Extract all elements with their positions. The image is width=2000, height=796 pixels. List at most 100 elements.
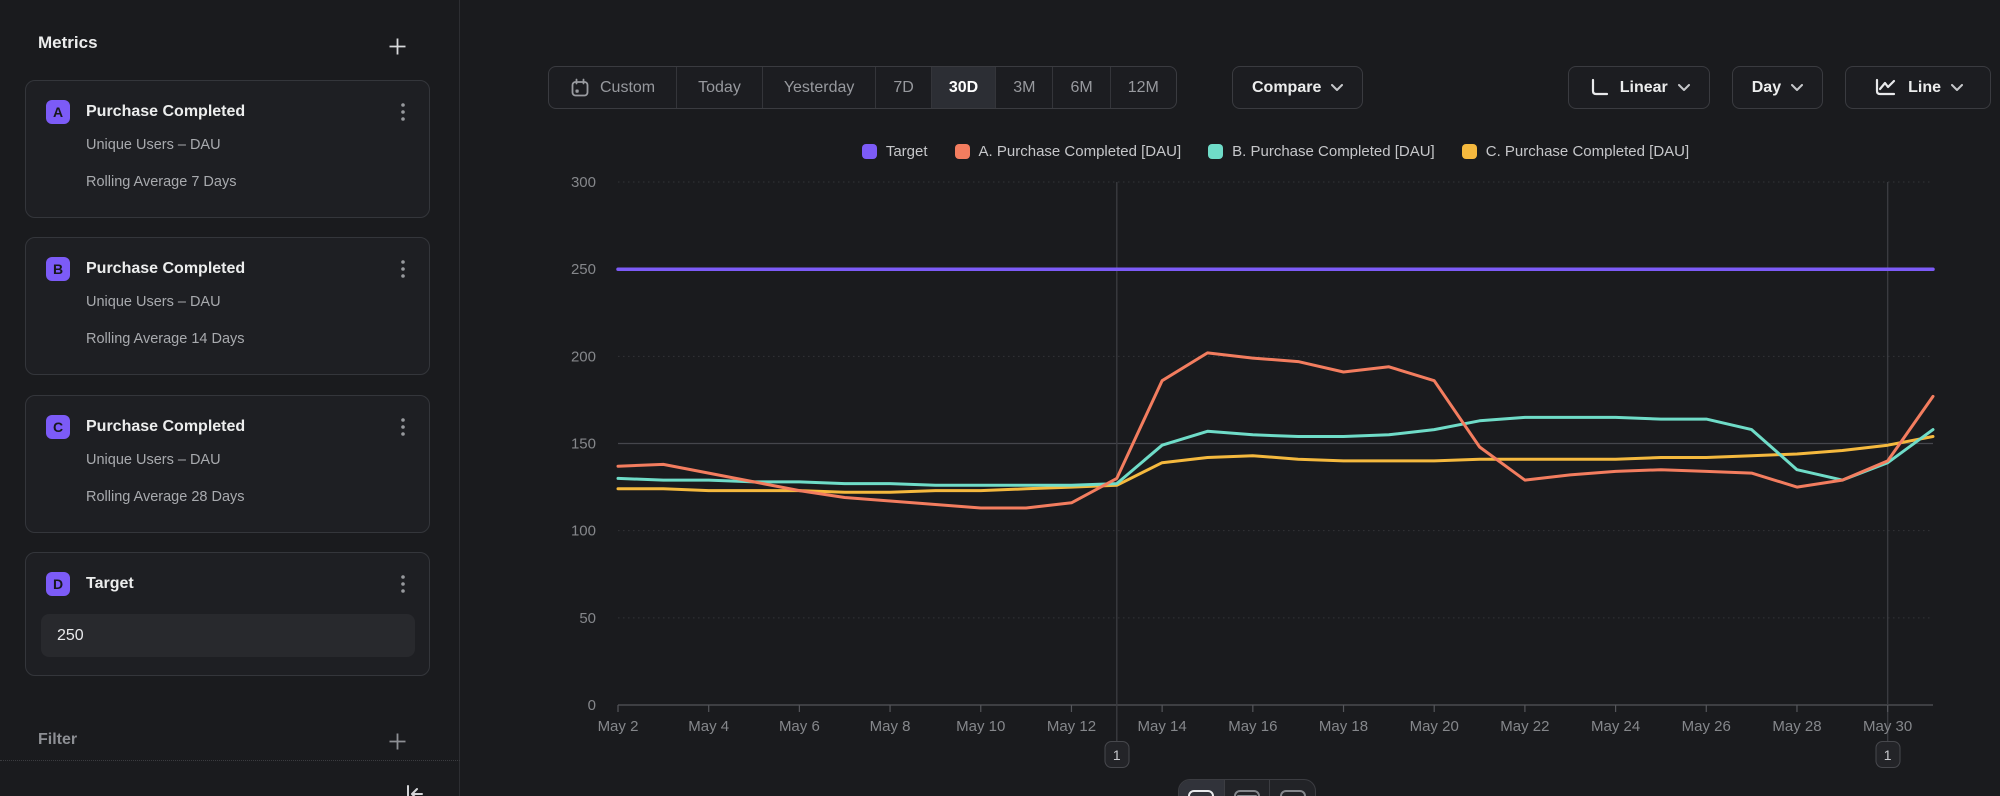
chevron-down-icon [1791, 84, 1803, 92]
line-chart-canvas[interactable]: 050100150200250300May 2May 4May 6May 8Ma… [461, 128, 2000, 768]
kebab-menu-icon [401, 575, 405, 593]
date-range-option-30d[interactable]: 30D [932, 67, 996, 108]
compare-button[interactable]: Compare [1232, 66, 1363, 109]
chevron-down-icon [1951, 84, 1963, 92]
collapse-sidebar-button[interactable] [402, 782, 428, 796]
chart-view-switch [1178, 779, 1316, 796]
sidebar: Metrics APurchase CompletedUnique Users … [0, 0, 460, 796]
x-axis-tick-label: May 22 [1500, 718, 1549, 735]
date-range-option-custom[interactable]: Custom [549, 67, 677, 108]
x-axis-tick-label: May 24 [1591, 718, 1640, 735]
date-range-option-label: 3M [1013, 79, 1035, 97]
metric-badge: A [46, 100, 70, 124]
metric-card-d[interactable]: DTarget [25, 552, 430, 676]
x-axis-tick-label: May 14 [1138, 718, 1187, 735]
date-range-option-label: Yesterday [784, 79, 855, 97]
metric-card-menu-button[interactable] [393, 99, 413, 125]
annotation-chip[interactable]: 1 [1104, 741, 1129, 768]
date-range-option-label: 12M [1128, 79, 1159, 97]
line-chart-icon [1873, 77, 1898, 99]
chart-type-selector-button[interactable]: Line [1845, 66, 1991, 109]
chevron-down-icon [1331, 84, 1343, 92]
x-axis-tick-label: May 16 [1228, 718, 1277, 735]
x-axis-tick-label: May 12 [1047, 718, 1096, 735]
view-switch-chart-table-option[interactable] [1225, 780, 1271, 796]
add-metric-button[interactable] [383, 32, 411, 60]
x-axis-tick-label: May 8 [870, 718, 911, 735]
date-range-option-7d[interactable]: 7D [876, 67, 931, 108]
scale-selector-button[interactable]: Linear [1568, 66, 1710, 109]
metric-badge: C [46, 415, 70, 439]
view-switch-chart-option[interactable] [1179, 780, 1225, 796]
date-range-option-6m[interactable]: 6M [1053, 67, 1110, 108]
chart-view-icon [1188, 790, 1214, 796]
y-axis-tick-label: 300 [571, 174, 596, 191]
x-axis-tick-label: May 28 [1772, 718, 1821, 735]
kebab-menu-icon [401, 418, 405, 436]
metric-card-menu-button[interactable] [393, 256, 413, 282]
date-range-option-today[interactable]: Today [677, 67, 763, 108]
metrics-dashboard: Metrics APurchase CompletedUnique Users … [0, 0, 2000, 796]
y-axis-tick-label: 0 [588, 697, 596, 714]
date-range-option-label: Today [698, 79, 741, 97]
target-value-input[interactable] [41, 614, 415, 657]
metric-measure-label: Unique Users – DAU [86, 137, 221, 153]
date-range-option-label: 6M [1070, 79, 1092, 97]
y-axis-tick-label: 100 [571, 523, 596, 540]
interval-selector-button[interactable]: Day [1732, 66, 1823, 109]
add-filter-button[interactable] [383, 727, 411, 755]
metric-card-title: Purchase Completed [86, 418, 245, 436]
metric-card-c[interactable]: C Purchase Completed Unique Users – DAU Rol… [25, 395, 430, 533]
sidebar-divider [0, 760, 460, 761]
kebab-menu-icon [401, 260, 405, 278]
metric-card-menu-button[interactable] [393, 571, 413, 597]
metric-card-title: Purchase Completed [86, 103, 245, 121]
chart-and-table-view-icon [1234, 790, 1260, 796]
metric-measure-label: Unique Users – DAU [86, 294, 221, 310]
x-axis-tick-label: May 18 [1319, 718, 1368, 735]
view-switch-table-option[interactable] [1270, 780, 1315, 796]
x-axis-tick-label: May 2 [598, 718, 639, 735]
metric-card-a[interactable]: A Purchase Completed Unique Users – DAU Rol… [25, 80, 430, 218]
metric-card-title: Purchase Completed [86, 260, 245, 278]
metric-card-title: Target [86, 575, 134, 593]
collapse-panel-icon [403, 782, 427, 796]
date-range-option-yesterday[interactable]: Yesterday [763, 67, 877, 108]
series-line-b[interactable] [618, 417, 1933, 485]
date-range-option-label: 7D [893, 79, 913, 97]
chart-area[interactable]: 050100150200250300May 2May 4May 6May 8Ma… [461, 128, 2000, 768]
metric-rolling-average-label: Rolling Average 28 Days [86, 489, 245, 505]
date-range-option-label: 30D [949, 79, 978, 97]
scale-selector-label: Linear [1620, 79, 1668, 97]
chart-display-controls: Linear Day Line [1568, 66, 1991, 109]
date-range-control: Custom Today Yesterday 7D 30D 3M 6M 12M [548, 66, 1177, 109]
x-axis-tick-label: May 10 [956, 718, 1005, 735]
annotation-chip[interactable]: 1 [1875, 741, 1900, 768]
compare-button-label: Compare [1252, 79, 1321, 97]
date-range-option-label: Custom [600, 79, 655, 97]
x-axis-tick-label: May 26 [1682, 718, 1731, 735]
metric-card-b[interactable]: B Purchase Completed Unique Users – DAU Rol… [25, 237, 430, 375]
x-axis-tick-label: May 30 [1863, 718, 1912, 735]
x-axis-tick-label: May 20 [1410, 718, 1459, 735]
date-range-option-3m[interactable]: 3M [996, 67, 1053, 108]
y-axis-tick-label: 50 [579, 610, 596, 627]
y-axis-tick-label: 150 [571, 436, 596, 453]
metric-card-menu-button[interactable] [393, 414, 413, 440]
x-axis-tick-label: May 6 [779, 718, 820, 735]
filter-header-title: Filter [38, 731, 77, 749]
plus-icon [387, 731, 408, 752]
metric-rolling-average-label: Rolling Average 14 Days [86, 331, 245, 347]
calendar-icon [570, 78, 590, 98]
metric-rolling-average-label: Rolling Average 7 Days [86, 174, 236, 190]
kebab-menu-icon [401, 103, 405, 121]
metric-badge: B [46, 257, 70, 281]
series-line-a[interactable] [618, 353, 1933, 508]
table-view-icon [1280, 790, 1306, 796]
plus-icon [387, 36, 408, 57]
linear-axis-icon [1588, 77, 1610, 99]
x-axis-tick-label: May 4 [688, 718, 729, 735]
date-range-option-12m[interactable]: 12M [1111, 67, 1176, 108]
metric-measure-label: Unique Users – DAU [86, 452, 221, 468]
interval-selector-label: Day [1752, 79, 1781, 97]
